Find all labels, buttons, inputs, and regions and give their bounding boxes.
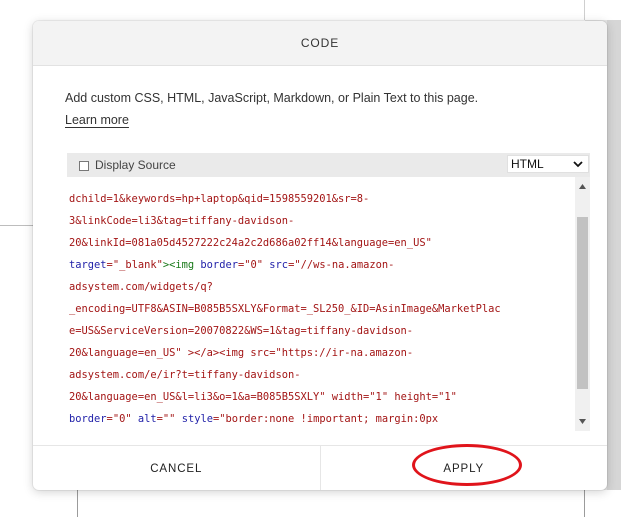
language-select-value: HTML: [511, 157, 544, 171]
display-source-label[interactable]: Display Source: [95, 158, 176, 172]
code-line: adsystem.com/e/ir?t=tiffany-davidson-: [69, 369, 301, 381]
cancel-button[interactable]: CANCEL: [33, 446, 321, 490]
code-editor: Display Source HTML ’ ’ ’ ’ ’ dchild=1&ke…: [67, 153, 590, 431]
code-line: 3&linkCode=li3&tag=tiffany-davidson-: [69, 215, 295, 227]
code-line: border="0" alt="" style="border:none !im…: [69, 413, 439, 425]
code-textarea[interactable]: ’ ’ ’ ’ ’ dchild=1&keywords=hp+laptop&qid…: [67, 177, 590, 431]
highlight-annotation: [412, 444, 522, 486]
code-line: target="_blank"><img border="0" src="//w…: [69, 259, 395, 271]
background-panel: [607, 20, 621, 490]
background-divider: [77, 488, 78, 517]
editor-toolbar: Display Source HTML: [67, 153, 590, 177]
background-divider: [584, 488, 585, 517]
language-select[interactable]: HTML: [507, 155, 589, 173]
scrollbar-thumb[interactable]: [577, 217, 588, 389]
dialog-title: CODE: [300, 36, 340, 50]
code-scrollbar[interactable]: [575, 177, 590, 431]
code-dialog: CODE Add custom CSS, HTML, JavaScript, M…: [33, 21, 607, 490]
code-line: _encoding=UTF8&ASIN=B085B5SXLY&Format=_S…: [69, 303, 501, 315]
background-divider: [0, 225, 34, 226]
chevron-down-icon: [573, 161, 583, 168]
code-line: dchild=1&keywords=hp+laptop&qid=15985592…: [69, 193, 370, 205]
triangle-up-icon[interactable]: [578, 182, 587, 191]
dialog-header: CODE: [33, 21, 607, 66]
code-content: ’ ’ ’ ’ ’ dchild=1&keywords=hp+laptop&qid…: [69, 177, 501, 430]
learn-more-link[interactable]: Learn more: [65, 113, 129, 127]
background-divider: [584, 0, 585, 20]
code-line: 20&linkId=081a05d4527222c24a2c2d686a02ff…: [69, 237, 432, 249]
code-line: e=US&ServiceVersion=20070822&WS=1&tag=ti…: [69, 325, 414, 337]
triangle-down-icon[interactable]: [578, 417, 587, 426]
dialog-description: Add custom CSS, HTML, JavaScript, Markdo…: [65, 91, 479, 105]
code-line: 20&language=en_US" ></a><img src="https:…: [69, 347, 414, 359]
code-line: ’ ’ ’ ’ ’: [69, 177, 257, 183]
code-line: 20&language=en_US&l=li3&o=1&a=B085B5SXLY…: [69, 391, 457, 403]
code-line: adsystem.com/widgets/q?: [69, 281, 213, 293]
display-source-checkbox[interactable]: [79, 161, 89, 171]
